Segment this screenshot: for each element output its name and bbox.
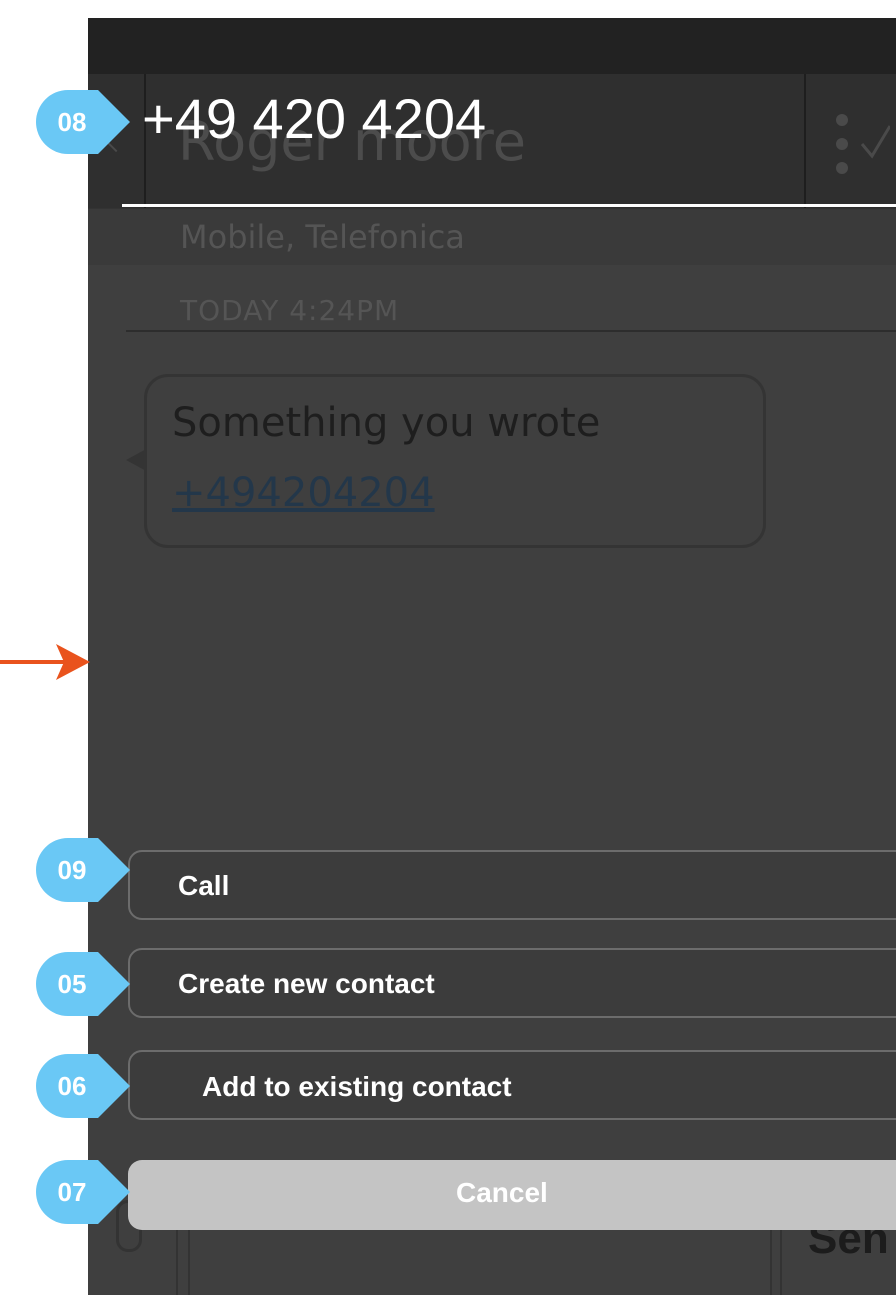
annotation-marker-06: 06 xyxy=(36,1054,132,1118)
message-timestamp: TODAY 4:24PM xyxy=(180,294,400,327)
call-button[interactable] xyxy=(128,850,896,920)
menu-icon[interactable] xyxy=(836,114,848,174)
header-divider xyxy=(804,74,806,208)
create-new-contact-label: Create new contact xyxy=(178,968,435,999)
selected-number-title: +49 420 4204 xyxy=(142,87,487,150)
marker-label: 09 xyxy=(57,855,87,885)
annotation-marker-05: 05 xyxy=(36,952,132,1016)
annotation-marker-07: 07 xyxy=(36,1160,132,1224)
message-phone-link[interactable]: +494204204 xyxy=(172,470,435,516)
marker-label: 06 xyxy=(57,1071,87,1101)
annotation-marker-09: 09 xyxy=(36,838,132,902)
number-underline xyxy=(122,204,896,207)
message-text: Something you wrote xyxy=(172,400,601,446)
timestamp-divider xyxy=(126,330,896,332)
contact-subtitle: Mobile, Telefonica xyxy=(180,218,465,256)
call-button-label: Call xyxy=(178,870,230,901)
marker-label: 08 xyxy=(57,107,87,137)
arrow-icon xyxy=(0,644,90,680)
add-to-existing-contact-label: Add to existing contact xyxy=(202,1071,512,1102)
annotation-marker-08: 08 xyxy=(36,90,132,154)
marker-label: 07 xyxy=(57,1177,87,1207)
check-icon[interactable] xyxy=(860,116,890,164)
cancel-button-label: Cancel xyxy=(456,1177,548,1208)
marker-label: 05 xyxy=(57,969,87,999)
status-bar xyxy=(88,18,896,74)
